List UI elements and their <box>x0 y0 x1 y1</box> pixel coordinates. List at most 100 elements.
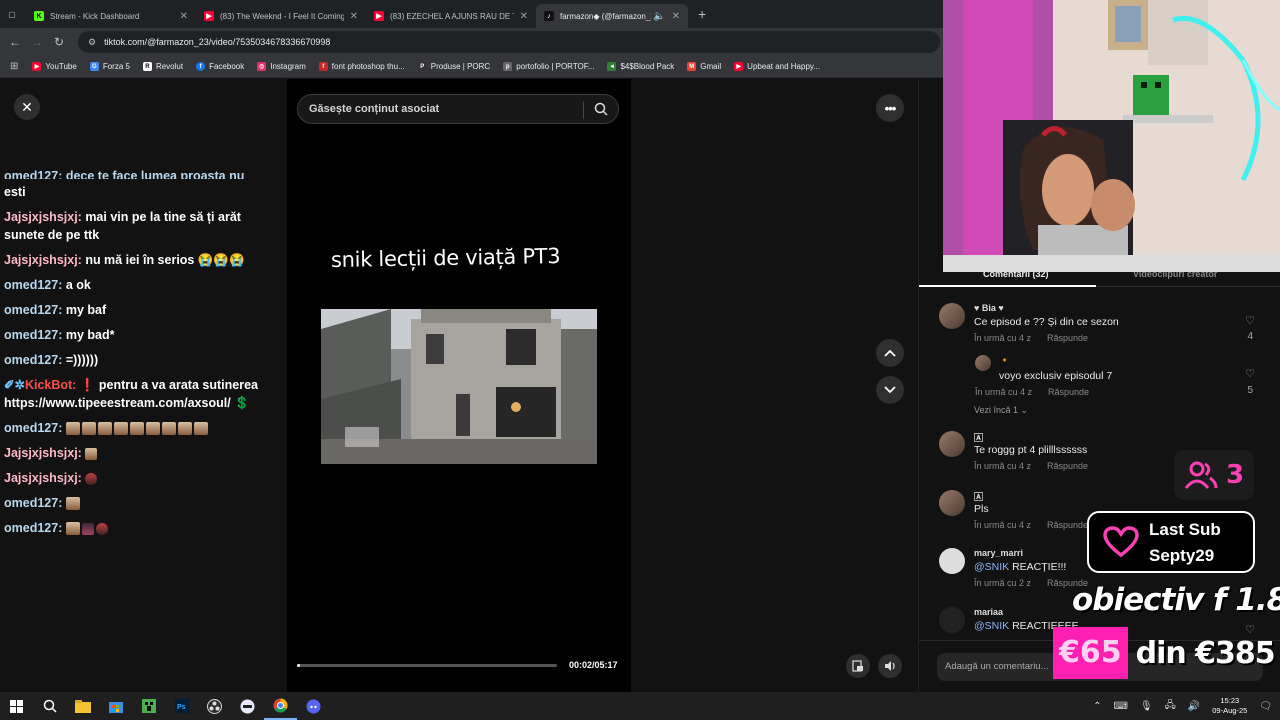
video-player[interactable]: Găsește conținut asociat snik lecții de … <box>287 79 631 692</box>
speaker-icon <box>884 661 895 671</box>
reply-button[interactable]: Răspunde <box>1047 520 1088 530</box>
chat-message: omed127: dece te face lumea proasta nu <box>0 167 286 179</box>
stream-chat: omed127: dece te face lumea proasta nu e… <box>0 167 286 544</box>
volume-button[interactable] <box>878 654 902 678</box>
mention-link[interactable]: @SNIK <box>974 620 1009 632</box>
video-progress-bar[interactable] <box>297 664 557 667</box>
file-explorer-button[interactable] <box>66 692 99 720</box>
bookmark-facebook[interactable]: f Facebook <box>196 62 244 71</box>
store-icon <box>108 702 123 713</box>
comment-author[interactable]: mariaa <box>974 607 1003 617</box>
emote-icon <box>177 422 192 436</box>
url-field[interactable]: ⚙ tiktok.com/@farmazon_23/video/75350346… <box>78 31 940 53</box>
avatar[interactable] <box>939 490 965 516</box>
new-tab-button[interactable]: + <box>698 6 706 22</box>
obs-icon <box>207 698 222 714</box>
youtube-icon: ▶ <box>374 11 384 21</box>
reload-button[interactable]: ↻ <box>48 35 70 49</box>
bookmark-font-photoshop[interactable]: f font photoshop thu... <box>318 62 405 71</box>
close-tab-icon[interactable]: ✕ <box>180 11 188 22</box>
mention-link[interactable]: @SNIK <box>974 561 1009 573</box>
reply-button[interactable]: Răspunde <box>1048 387 1089 397</box>
obs-button[interactable] <box>198 692 231 720</box>
comment-author[interactable]: 🔸 <box>999 355 1010 366</box>
bookmark-produse[interactable]: P Produse | PORC <box>417 62 490 71</box>
volume-icon[interactable]: 🔊 <box>1188 701 1200 712</box>
avatar[interactable] <box>939 303 965 329</box>
store-button[interactable] <box>99 692 132 720</box>
keyboard-icon[interactable]: ⌨ <box>1114 701 1128 712</box>
more-options-button[interactable]: ••• <box>876 94 904 122</box>
minecraft-button[interactable] <box>132 692 165 720</box>
avatar[interactable] <box>939 548 965 574</box>
chat-message: omed127: <box>0 494 286 512</box>
comment-author[interactable]: mary_marri <box>974 548 1023 558</box>
previous-video-button[interactable] <box>876 339 904 367</box>
like-heart-icon[interactable]: ♡ <box>1245 314 1255 327</box>
chat-text: my bad* <box>65 328 115 342</box>
view-more-label: Vezi încă 1 <box>974 405 1019 415</box>
picture-in-picture-button[interactable] <box>846 654 870 678</box>
close-tab-icon[interactable]: ✕ <box>520 11 528 22</box>
comment-author[interactable]: 🄰 <box>974 490 983 503</box>
view-more-replies[interactable]: Vezi încă 1 ⌄ <box>974 405 1028 416</box>
related-search-input[interactable]: Găsește conținut asociat <box>297 94 619 124</box>
tab-kick-dashboard[interactable]: K Stream - Kick Dashboard ✕ <box>26 4 196 28</box>
chat-message: omed127: =)))))) <box>0 351 286 369</box>
avatar[interactable] <box>939 431 965 457</box>
site-info-icon[interactable]: ⚙ <box>88 37 96 48</box>
bookmark-portofolio[interactable]: p portofolio | PORTOF... <box>503 62 594 71</box>
next-video-button[interactable] <box>876 376 904 404</box>
clock-date: 09-Aug-25 <box>1212 706 1248 715</box>
tab-title: farmazon◆ (@farmazon_23) <box>560 11 651 21</box>
clock[interactable]: 15:23 09-Aug-25 <box>1212 696 1247 716</box>
reply-button[interactable]: Răspunde <box>1047 461 1088 471</box>
apps-grid-icon[interactable]: ⊞ <box>10 61 18 72</box>
gmail-icon: M <box>687 62 697 71</box>
discord-button[interactable] <box>297 692 330 720</box>
tab-youtube-ezechel[interactable]: ▶ (83) EZECHEL A AJUNS RAU DE TOT ✕ <box>366 4 536 28</box>
viewer-count-widget: 3 <box>1174 450 1254 500</box>
comment-rest: REACȚIE!!! <box>1009 561 1067 573</box>
kick-icon: K <box>34 11 44 21</box>
bookmark-label: portofolio | PORTOF... <box>516 62 595 71</box>
close-video-button[interactable]: ✕ <box>14 94 40 120</box>
avatar[interactable] <box>939 607 965 633</box>
bookmark-gmail[interactable]: M Gmail <box>687 62 721 71</box>
avatar[interactable] <box>975 355 991 371</box>
like-heart-icon[interactable]: ♡ <box>1245 367 1255 380</box>
comment-author[interactable]: ♥ Bia ♥ <box>974 303 1004 313</box>
chat-message: omed127: <box>0 419 286 437</box>
speaker-icon[interactable]: 🔈 <box>653 11 665 22</box>
search-icon[interactable] <box>594 102 608 119</box>
back-button[interactable]: ← <box>4 35 26 49</box>
bookmark-upbeat[interactable]: ▶ Upbeat and Happy... <box>734 62 820 71</box>
bookmark-forza[interactable]: G Forza 5 <box>89 62 130 71</box>
app-button[interactable] <box>231 692 264 720</box>
close-tab-icon[interactable]: ✕ <box>672 11 680 22</box>
chevron-up-icon[interactable]: ⌃ <box>1093 701 1101 712</box>
photoshop-button[interactable]: Ps <box>165 692 198 720</box>
microphone-icon[interactable]: 🎙 <box>1140 701 1153 712</box>
tab-search-icon[interactable]: ▢ <box>4 6 20 22</box>
comment-meta: În urmă cu 4 z Răspunde <box>974 461 1104 471</box>
start-button[interactable] <box>0 692 33 720</box>
bookmark-revolut[interactable]: R Revolut <box>142 62 183 71</box>
reply-button[interactable]: Răspunde <box>1047 333 1088 343</box>
bookmark-instagram[interactable]: ◎ Instagram <box>257 62 306 71</box>
goal-label: obiectiv f 1.8 <box>1072 582 1280 618</box>
notifications-icon[interactable]: 🗨 <box>1259 701 1272 712</box>
network-icon[interactable]: 🖧 <box>1165 698 1176 715</box>
bookmark-youtube[interactable]: ▶ YouTube <box>32 62 77 71</box>
search-button[interactable] <box>33 692 66 720</box>
comment-author[interactable]: 🄰 <box>974 431 983 444</box>
forward-button[interactable]: → <box>26 35 48 49</box>
tab-youtube-weeknd[interactable]: ▶ (83) The Weeknd - I Feel It Coming ✕ <box>196 4 366 28</box>
bookmark-blood-pack[interactable]: ◄ $4$Blood Pack <box>607 62 674 71</box>
close-tab-icon[interactable]: ✕ <box>350 11 358 22</box>
tab-tiktok[interactable]: ♪ farmazon◆ (@farmazon_23) 🔈 ✕ <box>536 4 688 28</box>
chat-text: a ok <box>65 278 91 292</box>
bookmark-label: Instagram <box>270 62 306 71</box>
chrome-button[interactable] <box>264 692 297 720</box>
heart-icon <box>1103 526 1139 558</box>
